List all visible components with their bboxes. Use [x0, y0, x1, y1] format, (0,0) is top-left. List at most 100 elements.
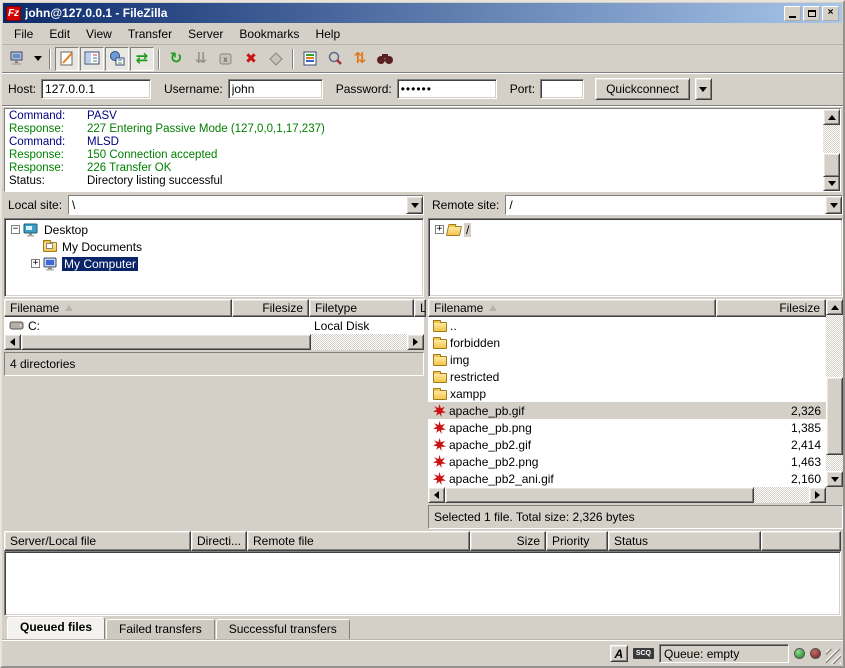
file-row[interactable]: apache_pb2.gif2,414 — [428, 436, 826, 453]
log-vertical-scrollbar[interactable] — [823, 109, 840, 191]
tab-queued-files[interactable]: Queued files — [7, 617, 105, 639]
scroll-left-button[interactable] — [428, 487, 445, 503]
chevron-down-icon — [411, 203, 419, 208]
remote-site-dropdown-button[interactable] — [825, 196, 842, 214]
close-button[interactable]: × — [822, 6, 839, 21]
menu-view[interactable]: View — [78, 25, 120, 43]
toolbar: ⇄ ↻ ⇊ x ✖ ⇅ — [2, 45, 843, 73]
file-row[interactable]: apache_pb2_ani.gif2,160 — [428, 470, 826, 487]
scroll-up-button[interactable] — [823, 109, 840, 125]
site-manager-dropdown-button[interactable] — [31, 47, 45, 71]
column-header-filename[interactable]: Filename — [4, 299, 232, 317]
toggle-message-log-button[interactable] — [55, 47, 79, 71]
column-header-direction[interactable]: Directi... — [191, 531, 247, 551]
column-header-priority[interactable]: Priority — [546, 531, 608, 551]
local-site-combo[interactable]: \ — [68, 195, 424, 215]
remote-vertical-scrollbar[interactable] — [826, 299, 843, 487]
column-header-size[interactable]: Size — [470, 531, 546, 551]
file-row[interactable]: apache_pb2.png1,463 — [428, 453, 826, 470]
arrow-up-icon — [831, 305, 839, 310]
quickconnect-button[interactable]: Quickconnect — [595, 78, 690, 100]
collapse-icon[interactable]: − — [11, 225, 20, 234]
image-file-icon — [433, 455, 446, 468]
documents-folder-icon — [43, 239, 57, 255]
find-files-button[interactable] — [373, 47, 397, 71]
file-row-c-drive[interactable]: C: Local Disk — [4, 317, 424, 334]
tab-successful-transfers[interactable]: Successful transfers — [216, 619, 350, 639]
expand-icon[interactable]: + — [435, 225, 444, 234]
toggle-remote-tree-button[interactable] — [105, 47, 129, 71]
tab-failed-transfers[interactable]: Failed transfers — [106, 619, 215, 639]
scrollbar-thumb[interactable] — [445, 487, 754, 503]
scrollbar-thumb[interactable] — [21, 334, 311, 350]
remote-horizontal-scrollbar[interactable] — [428, 487, 826, 503]
quickconnect-dropdown-button[interactable] — [695, 78, 712, 100]
file-row-selected[interactable]: apache_pb.gif2,326 — [428, 402, 826, 419]
file-row[interactable]: xampp — [428, 385, 826, 402]
column-header-remote-file[interactable]: Remote file — [247, 531, 470, 551]
process-queue-icon: ⇊ — [195, 51, 208, 66]
local-horizontal-scrollbar[interactable] — [4, 334, 424, 350]
speed-limit-icon[interactable]: SCQ — [633, 648, 654, 659]
local-site-dropdown-button[interactable] — [406, 196, 423, 214]
column-header-filesize[interactable]: Filesize — [232, 299, 309, 317]
local-tree: − Desktop My Documents + My Computer — [4, 218, 424, 297]
synchronized-browsing-button[interactable]: ⇅ — [348, 47, 372, 71]
menu-transfer[interactable]: Transfer — [120, 25, 180, 43]
process-queue-button[interactable]: ⇊ — [189, 47, 213, 71]
arrow-left-icon — [434, 491, 439, 499]
scrollbar-thumb[interactable] — [826, 377, 843, 455]
scrollbar-thumb[interactable] — [823, 153, 840, 177]
scroll-right-button[interactable] — [407, 334, 424, 350]
file-row[interactable]: apache_pb.png1,385 — [428, 419, 826, 436]
remote-site-combo[interactable]: / — [505, 195, 843, 215]
scroll-down-button[interactable] — [826, 471, 843, 487]
column-header-filesize[interactable]: Filesize — [716, 299, 826, 317]
arrow-left-icon — [10, 338, 15, 346]
refresh-button[interactable]: ↻ — [164, 47, 188, 71]
expand-icon[interactable]: + — [31, 259, 40, 268]
menu-file[interactable]: File — [6, 25, 41, 43]
scroll-right-button[interactable] — [809, 487, 826, 503]
maximize-button[interactable] — [803, 6, 820, 21]
file-row[interactable]: img — [428, 351, 826, 368]
menu-help[interactable]: Help — [307, 25, 348, 43]
transfer-type-indicator-icon[interactable]: A — [610, 645, 628, 662]
site-manager-button[interactable] — [6, 47, 30, 71]
minimize-button[interactable] — [784, 6, 801, 21]
scroll-left-button[interactable] — [4, 334, 21, 350]
column-header-filename[interactable]: Filename — [428, 299, 716, 317]
menu-edit[interactable]: Edit — [41, 25, 78, 43]
directory-comparison-button[interactable] — [323, 47, 347, 71]
menu-server[interactable]: Server — [180, 25, 231, 43]
column-header-server-local-file[interactable]: Server/Local file — [4, 531, 191, 551]
queue-header: Server/Local file Directi... Remote file… — [4, 531, 841, 551]
file-row[interactable]: forbidden — [428, 334, 826, 351]
directory-comparison-icon — [327, 50, 344, 67]
menu-bookmarks[interactable]: Bookmarks — [231, 25, 307, 43]
username-input[interactable] — [228, 79, 323, 99]
reconnect-button[interactable] — [264, 47, 288, 71]
password-input[interactable] — [397, 79, 497, 99]
column-header-status[interactable]: Status — [608, 531, 761, 551]
port-input[interactable] — [540, 79, 584, 99]
tree-item-desktop[interactable]: − Desktop — [5, 221, 423, 238]
disconnect-button[interactable]: ✖ — [239, 47, 263, 71]
maximize-icon — [808, 10, 816, 17]
toggle-transfer-queue-button[interactable]: ⇄ — [130, 47, 154, 71]
titlebar[interactable]: Fz john@127.0.0.1 - FileZilla × — [3, 3, 842, 23]
file-row[interactable]: restricted — [428, 368, 826, 385]
cancel-operation-button[interactable]: x — [214, 47, 238, 71]
scroll-up-button[interactable] — [826, 299, 843, 315]
filter-listing-button[interactable] — [298, 47, 322, 71]
queue-list-area[interactable] — [4, 551, 841, 616]
host-input[interactable] — [41, 79, 151, 99]
resize-grip[interactable] — [826, 649, 841, 664]
tree-item-my-documents[interactable]: My Documents — [5, 238, 423, 255]
column-header-filetype[interactable]: Filetype — [309, 299, 414, 317]
toggle-local-tree-button[interactable] — [80, 47, 104, 71]
tree-item-root[interactable]: + / — [429, 221, 842, 238]
tree-item-my-computer[interactable]: + My Computer — [5, 255, 423, 272]
file-row[interactable]: .. — [428, 317, 826, 334]
scroll-down-button[interactable] — [823, 175, 840, 191]
